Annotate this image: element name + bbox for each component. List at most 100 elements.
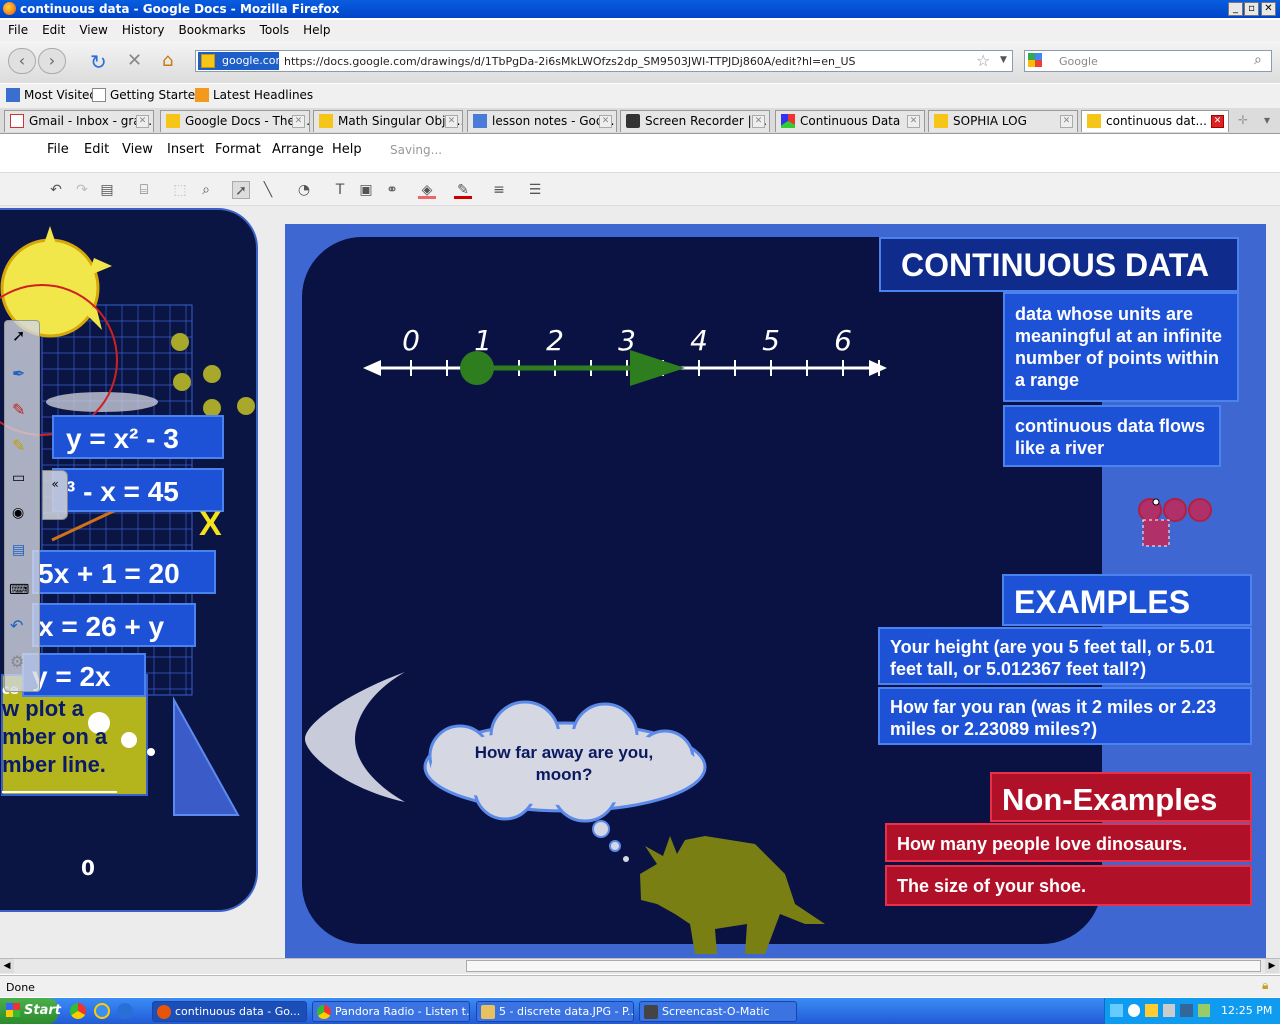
- tray-monitor-icon[interactable]: [1180, 1004, 1193, 1017]
- taskbar-pandora[interactable]: Pandora Radio - Listen t...: [312, 1001, 470, 1022]
- line-dash-icon[interactable]: ☰: [526, 181, 544, 199]
- tab-continuous-data[interactable]: Continuous Data ✕: [775, 110, 925, 132]
- close-tab-icon[interactable]: ✕: [136, 115, 149, 128]
- docs-menu-edit[interactable]: Edit: [84, 142, 109, 157]
- url-dropdown-icon[interactable]: ▼: [1000, 55, 1007, 65]
- line-tool-icon[interactable]: ╲: [259, 181, 277, 199]
- docs-menu-file[interactable]: File: [47, 142, 69, 157]
- taskbar-screencast[interactable]: Screencast-O-Matic: [639, 1001, 797, 1022]
- tab-gmail[interactable]: Gmail - Inbox - gra... ✕: [4, 110, 154, 132]
- close-tab-icon[interactable]: ✕: [599, 115, 612, 128]
- eraser-icon[interactable]: ▭: [12, 470, 25, 486]
- menu-tools[interactable]: Tools: [252, 20, 296, 37]
- color-picker-icon[interactable]: ◉: [12, 505, 24, 521]
- ie-quicklaunch-icon[interactable]: [94, 1003, 110, 1019]
- paint-format-icon[interactable]: ⌸: [135, 181, 153, 199]
- docs-menu-help[interactable]: Help: [332, 142, 362, 157]
- pen-icon[interactable]: ✒: [12, 364, 25, 383]
- line-color-icon[interactable]: ✎: [454, 181, 472, 199]
- line-weight-icon[interactable]: ≡: [490, 181, 508, 199]
- stop-icon[interactable]: ✕: [127, 50, 142, 71]
- select-area-icon[interactable]: ⬚: [171, 181, 189, 199]
- docs-menu-view[interactable]: View: [122, 142, 153, 157]
- menu-view[interactable]: View: [71, 20, 113, 37]
- link-icon[interactable]: ⚭: [383, 181, 401, 199]
- current-slide[interactable]: 0123456 CONTINUOUS DATA data whose units…: [285, 224, 1266, 958]
- reload-icon[interactable]: ↻: [90, 50, 107, 74]
- site-identity-label: google.com: [222, 54, 287, 67]
- select-cursor-icon[interactable]: ➚: [232, 181, 250, 199]
- undo-annotation-icon[interactable]: ↶: [10, 616, 23, 635]
- fill-color-icon[interactable]: ◈: [418, 181, 436, 199]
- menu-edit[interactable]: Edit: [34, 20, 71, 37]
- highlighter-icon[interactable]: ✎: [12, 436, 25, 455]
- redo-icon[interactable]: ↷: [73, 181, 91, 199]
- close-window-button[interactable]: ✕: [1261, 2, 1276, 16]
- close-tab-icon[interactable]: ✕: [1060, 115, 1073, 128]
- menu-file[interactable]: File: [0, 20, 34, 37]
- docs-menu-arrange[interactable]: Arrange: [272, 142, 324, 157]
- tab-sophia-log[interactable]: SOPHIA LOG ✕: [928, 110, 1078, 132]
- undo-icon[interactable]: ↶: [47, 181, 65, 199]
- tab-lesson-notes[interactable]: lesson notes - Goo... ✕: [467, 110, 617, 132]
- close-tab-icon[interactable]: ✕: [752, 115, 765, 128]
- tray-network-icon[interactable]: [1110, 1004, 1123, 1017]
- scroll-right-icon[interactable]: ▶: [1265, 959, 1279, 973]
- close-tab-icon[interactable]: ✕: [907, 115, 920, 128]
- bookmark-star-icon[interactable]: ☆: [976, 51, 990, 70]
- new-tab-icon[interactable]: ✛: [1238, 113, 1248, 127]
- search-input[interactable]: Google: [1024, 50, 1272, 72]
- search-go-icon[interactable]: ⌕: [1254, 52, 1262, 68]
- menu-history[interactable]: History: [114, 20, 171, 37]
- maximize-button[interactable]: ▫: [1244, 2, 1259, 16]
- home-icon[interactable]: ⌂: [162, 50, 173, 71]
- url-text[interactable]: https://docs.google.com/drawings/d/1TbPg…: [284, 55, 856, 68]
- paste-icon[interactable]: ▤: [98, 181, 116, 199]
- taskbar-firefox[interactable]: continuous data - Go...: [152, 1001, 307, 1022]
- bookmark-most-visited[interactable]: Most Visited: [4, 87, 97, 103]
- pointer-icon[interactable]: ➚: [12, 326, 25, 345]
- tab-list-icon[interactable]: ▾: [1264, 113, 1270, 127]
- tray-clock-icon[interactable]: [1127, 1004, 1140, 1017]
- shape-tool-icon[interactable]: ◔: [295, 181, 313, 199]
- keyboard-icon[interactable]: ⌨: [9, 582, 29, 598]
- settings-gear-icon[interactable]: ⚙: [10, 652, 24, 671]
- menu-bar: File Edit View History Bookmarks Tools Help: [0, 20, 1280, 41]
- marker-icon[interactable]: ✎: [12, 400, 25, 419]
- minimize-button[interactable]: _: [1228, 2, 1243, 16]
- bookmark-latest-headlines[interactable]: Latest Headlines: [193, 87, 313, 103]
- scroll-left-icon[interactable]: ◀: [0, 959, 14, 973]
- quicklaunch-icon[interactable]: [117, 1003, 133, 1019]
- taskbar-paint[interactable]: 5 - discrete data.JPG - P...: [476, 1001, 634, 1022]
- image-icon[interactable]: ▣: [357, 181, 375, 199]
- site-identity-button[interactable]: google.com: [198, 52, 286, 70]
- close-tab-icon[interactable]: ✕: [445, 115, 458, 128]
- tab-screen-recorder[interactable]: Screen Recorder | ... ✕: [620, 110, 770, 132]
- tab-math-singular[interactable]: Math Singular Obje... ✕: [313, 110, 463, 132]
- bookmark-getting-started[interactable]: Getting Started: [90, 87, 203, 103]
- search-engine-icon[interactable]: [1028, 53, 1042, 67]
- tab-continuous-data-active[interactable]: continuous dat... ✕: [1081, 110, 1229, 132]
- docs-menu-insert[interactable]: Insert: [167, 142, 204, 157]
- back-button[interactable]: ‹: [8, 48, 36, 74]
- collapse-toolbar-icon[interactable]: «: [42, 470, 68, 520]
- chrome-quicklaunch-icon[interactable]: [70, 1003, 86, 1019]
- text-box-icon[interactable]: T: [331, 181, 349, 199]
- close-tab-icon[interactable]: ✕: [292, 115, 305, 128]
- tab-label: SOPHIA LOG: [953, 114, 1027, 128]
- equation-box: 5x + 1 = 20: [32, 550, 216, 594]
- tab-google-docs[interactable]: Google Docs - The ... ✕: [160, 110, 310, 132]
- forward-button[interactable]: ›: [38, 48, 66, 74]
- zoom-icon[interactable]: ⌕: [197, 181, 215, 199]
- start-label: Start: [24, 1003, 61, 1018]
- scroll-thumb[interactable]: [466, 960, 1261, 972]
- menu-help[interactable]: Help: [295, 20, 336, 37]
- tray-security-icon[interactable]: [1197, 1004, 1210, 1017]
- tray-note-icon[interactable]: [1145, 1004, 1158, 1017]
- docs-menu-format[interactable]: Format: [215, 142, 261, 157]
- menu-bookmarks[interactable]: Bookmarks: [171, 20, 252, 37]
- notepad-icon[interactable]: ▤: [12, 542, 25, 558]
- close-tab-icon[interactable]: ✕: [1211, 115, 1224, 128]
- tray-tool-icon[interactable]: [1162, 1004, 1175, 1017]
- google-docs-icon: [1087, 114, 1101, 128]
